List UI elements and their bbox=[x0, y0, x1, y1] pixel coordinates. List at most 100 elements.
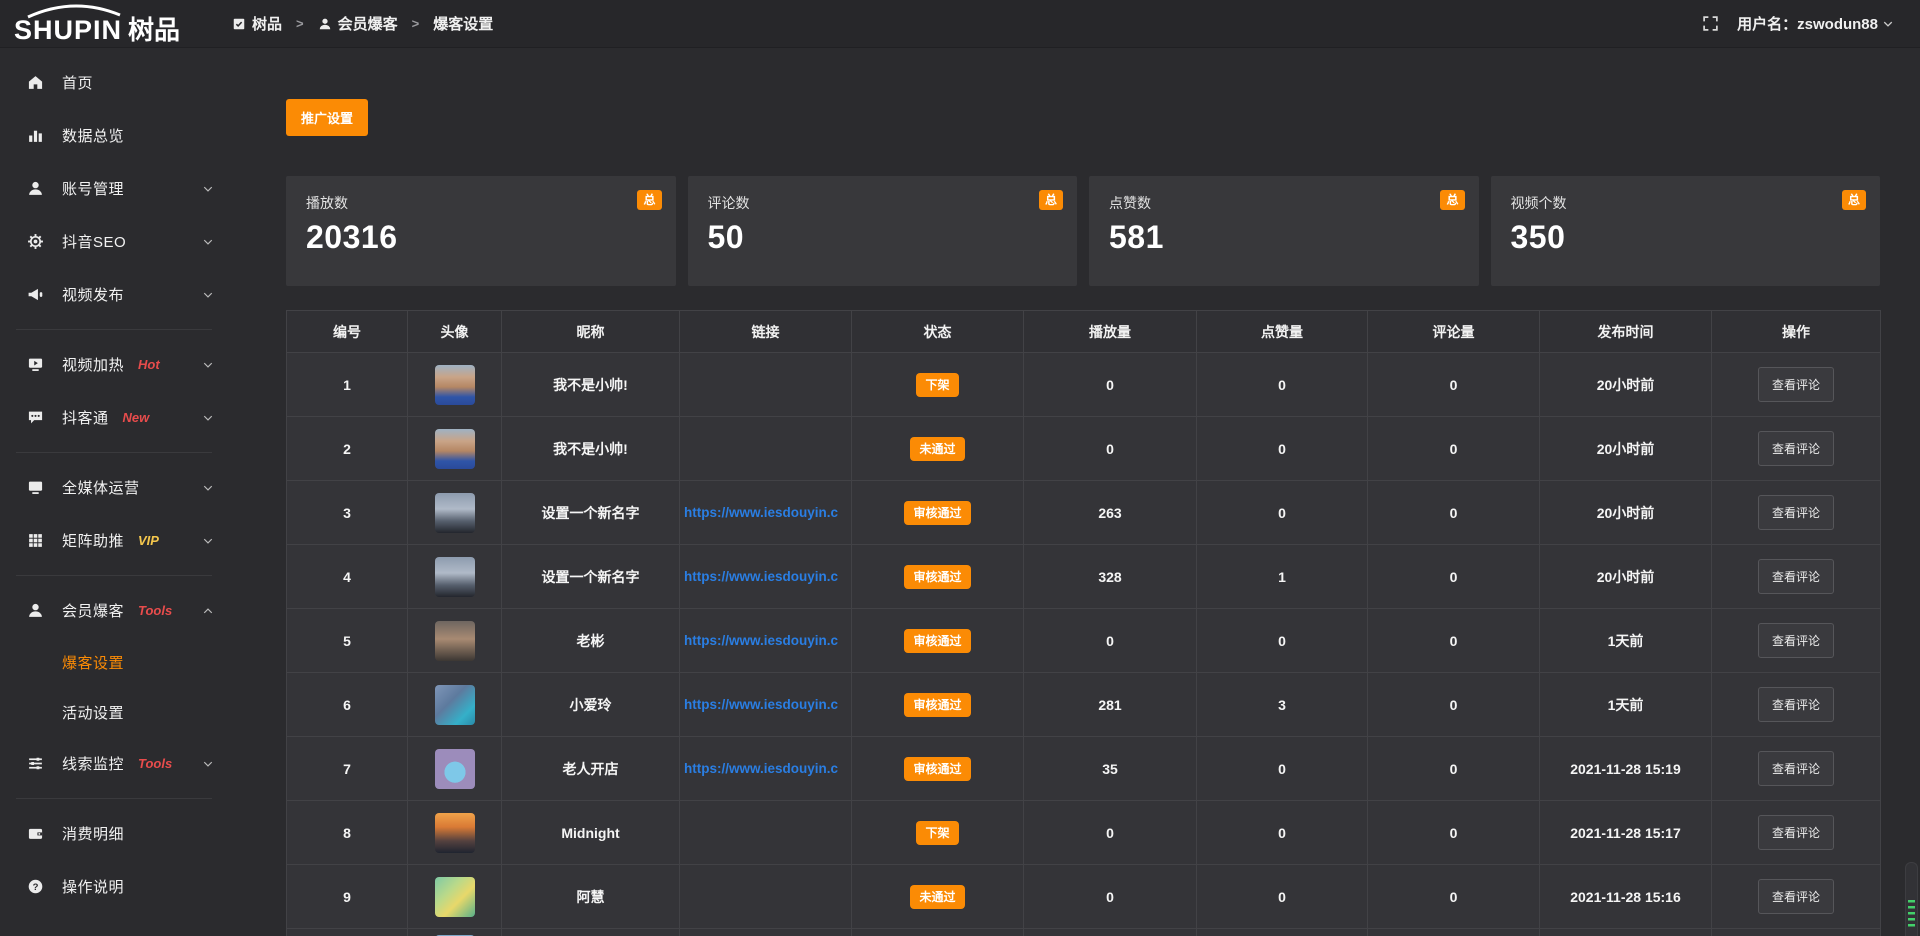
chevron-down-icon bbox=[202, 359, 214, 371]
sidebar-item-label: 抖客通 bbox=[62, 407, 109, 428]
cell-comments: 0 bbox=[1368, 545, 1540, 609]
col-header-no: 编号 bbox=[287, 311, 408, 353]
cell-no: 9 bbox=[287, 865, 408, 929]
sidebar-item-label: 账号管理 bbox=[62, 178, 124, 199]
view-comments-button[interactable]: 查看评论 bbox=[1758, 751, 1834, 786]
breadcrumb-separator: > bbox=[412, 16, 420, 31]
wallet-icon bbox=[24, 825, 46, 842]
cell-plays: 0 bbox=[1024, 417, 1197, 481]
sidebar-item-account-management[interactable]: 账号管理 bbox=[0, 162, 232, 215]
cell-no: 5 bbox=[287, 609, 408, 673]
status-badge: 下架 bbox=[916, 373, 958, 397]
cell-plays: 328 bbox=[1024, 545, 1197, 609]
sidebar-item-video-heating[interactable]: 视频加热 Hot bbox=[0, 338, 232, 391]
breadcrumb-item-shupin[interactable]: 树品 bbox=[232, 13, 282, 34]
top-bar: SHUPIN 树品 树品 > 会员爆客 > 爆客设置 用户 bbox=[0, 0, 1920, 48]
view-comments-button[interactable]: 查看评论 bbox=[1758, 367, 1834, 402]
sidebar-item-label: 会员爆客 bbox=[62, 600, 124, 621]
cell-nickname: 设置一个新名字 bbox=[502, 545, 680, 609]
cell-comments: 0 bbox=[1368, 737, 1540, 801]
sidebar-item-matrix-boost[interactable]: 矩阵助推 VIP bbox=[0, 514, 232, 567]
view-comments-button[interactable]: 查看评论 bbox=[1758, 559, 1834, 594]
breadcrumb-item-member[interactable]: 会员爆客 bbox=[318, 13, 398, 34]
stat-label: 评论数 bbox=[708, 193, 1058, 213]
sidebar-item-member-baoke[interactable]: 会员爆客 Tools bbox=[0, 584, 232, 637]
chevron-up-icon bbox=[202, 605, 214, 617]
cell-comments: 0 bbox=[1368, 609, 1540, 673]
cell-nickname: 我不是小帅! bbox=[502, 353, 680, 417]
view-comments-button[interactable]: 查看评论 bbox=[1758, 815, 1834, 850]
scrollbar[interactable] bbox=[1905, 862, 1918, 936]
sidebar-item-all-media[interactable]: 全媒体运营 bbox=[0, 461, 232, 514]
video-link[interactable]: https://www.iesdouyin.c bbox=[684, 761, 847, 776]
sidebar-item-douyin-seo[interactable]: 抖音SEO bbox=[0, 215, 232, 268]
cell-likes: 1 bbox=[1197, 545, 1368, 609]
cell-likes: 0 bbox=[1197, 801, 1368, 865]
col-header-nickname: 昵称 bbox=[502, 311, 680, 353]
status-badge: 未通过 bbox=[910, 885, 964, 909]
gear-icon bbox=[24, 233, 46, 250]
sidebar-item-label: 视频发布 bbox=[62, 284, 124, 305]
sidebar-item-clue-monitor[interactable]: 线索监控 Tools bbox=[0, 737, 232, 790]
cell-time: 20小时前 bbox=[1540, 481, 1712, 545]
scrollbar-thumb-marks bbox=[1908, 900, 1915, 930]
stat-value: 581 bbox=[1109, 219, 1459, 256]
sidebar-subitem-label: 活动设置 bbox=[62, 702, 124, 723]
stat-card-comments: 评论数 50 总 bbox=[688, 176, 1078, 286]
sidebar-item-consumption-details[interactable]: 消费明细 bbox=[0, 807, 232, 860]
cell-time: 1天前 bbox=[1540, 609, 1712, 673]
tools-tag: Tools bbox=[138, 603, 172, 618]
sidebar-divider bbox=[16, 452, 212, 453]
main-content: 推广设置 播放数 20316 总 评论数 50 总 点赞数 581 总 视频个数… bbox=[232, 0, 1920, 936]
sidebar-divider bbox=[16, 798, 212, 799]
sidebar-divider bbox=[16, 329, 212, 330]
video-link[interactable]: https://www.iesdouyin.c bbox=[684, 633, 847, 648]
sidebar-item-label: 视频加热 bbox=[62, 354, 124, 375]
cell-likes: 0 bbox=[1197, 609, 1368, 673]
brand-logo[interactable]: SHUPIN 树品 bbox=[0, 3, 232, 45]
user-area: 用户名：zswodun88 bbox=[1702, 13, 1920, 34]
cell-no: 6 bbox=[287, 673, 408, 737]
status-badge: 下架 bbox=[916, 821, 958, 845]
sidebar-subitem-activity-settings[interactable]: 活动设置 bbox=[0, 687, 232, 737]
video-link[interactable]: https://www.iesdouyin.c bbox=[684, 697, 847, 712]
view-comments-button[interactable]: 查看评论 bbox=[1758, 623, 1834, 658]
user-icon bbox=[318, 17, 332, 31]
view-comments-button[interactable]: 查看评论 bbox=[1758, 431, 1834, 466]
video-link[interactable]: https://www.iesdouyin.c bbox=[684, 569, 847, 584]
sidebar-item-data-overview[interactable]: 数据总览 bbox=[0, 109, 232, 162]
avatar bbox=[435, 877, 475, 917]
sidebar-subitem-baoke-settings[interactable]: 爆客设置 bbox=[0, 637, 232, 687]
checkbox-icon bbox=[232, 17, 246, 31]
table-row: 9 阿慧 未通过 0 0 0 2021-11-28 15:16 查看评论 bbox=[287, 865, 1881, 929]
user-menu[interactable]: 用户名：zswodun88 bbox=[1737, 13, 1894, 34]
sidebar-item-home[interactable]: 首页 bbox=[0, 56, 232, 109]
cell-plays: 263 bbox=[1024, 481, 1197, 545]
sidebar-item-instructions[interactable]: ? 操作说明 bbox=[0, 860, 232, 913]
monitor-icon bbox=[24, 479, 46, 496]
col-header-comments: 评论量 bbox=[1368, 311, 1540, 353]
sidebar-item-video-publish[interactable]: 视频发布 bbox=[0, 268, 232, 321]
sidebar-item-label: 消费明细 bbox=[62, 823, 124, 844]
brand-logo-icon: SHUPIN 树品 bbox=[12, 3, 194, 45]
chevron-down-icon bbox=[202, 236, 214, 248]
cell-likes: 0 bbox=[1197, 481, 1368, 545]
view-comments-button[interactable]: 查看评论 bbox=[1758, 495, 1834, 530]
stat-value: 50 bbox=[708, 219, 1058, 256]
fullscreen-icon[interactable] bbox=[1702, 15, 1719, 32]
avatar bbox=[435, 813, 475, 853]
promotion-settings-button[interactable]: 推广设置 bbox=[286, 99, 368, 136]
status-badge: 审核通过 bbox=[904, 629, 970, 653]
col-header-link: 链接 bbox=[680, 311, 852, 353]
sidebar-item-douketong[interactable]: 抖客通 New bbox=[0, 391, 232, 444]
view-comments-button[interactable]: 查看评论 bbox=[1758, 687, 1834, 722]
avatar bbox=[435, 493, 475, 533]
status-badge: 审核通过 bbox=[904, 565, 970, 589]
status-badge: 审核通过 bbox=[904, 757, 970, 781]
video-link[interactable]: https://www.iesdouyin.c bbox=[684, 505, 847, 520]
cell-likes: 0 bbox=[1197, 737, 1368, 801]
chevron-down-icon bbox=[202, 758, 214, 770]
cell-likes: 3 bbox=[1197, 673, 1368, 737]
view-comments-button[interactable]: 查看评论 bbox=[1758, 879, 1834, 914]
sidebar: 首页 数据总览 账号管理 bbox=[0, 48, 232, 936]
